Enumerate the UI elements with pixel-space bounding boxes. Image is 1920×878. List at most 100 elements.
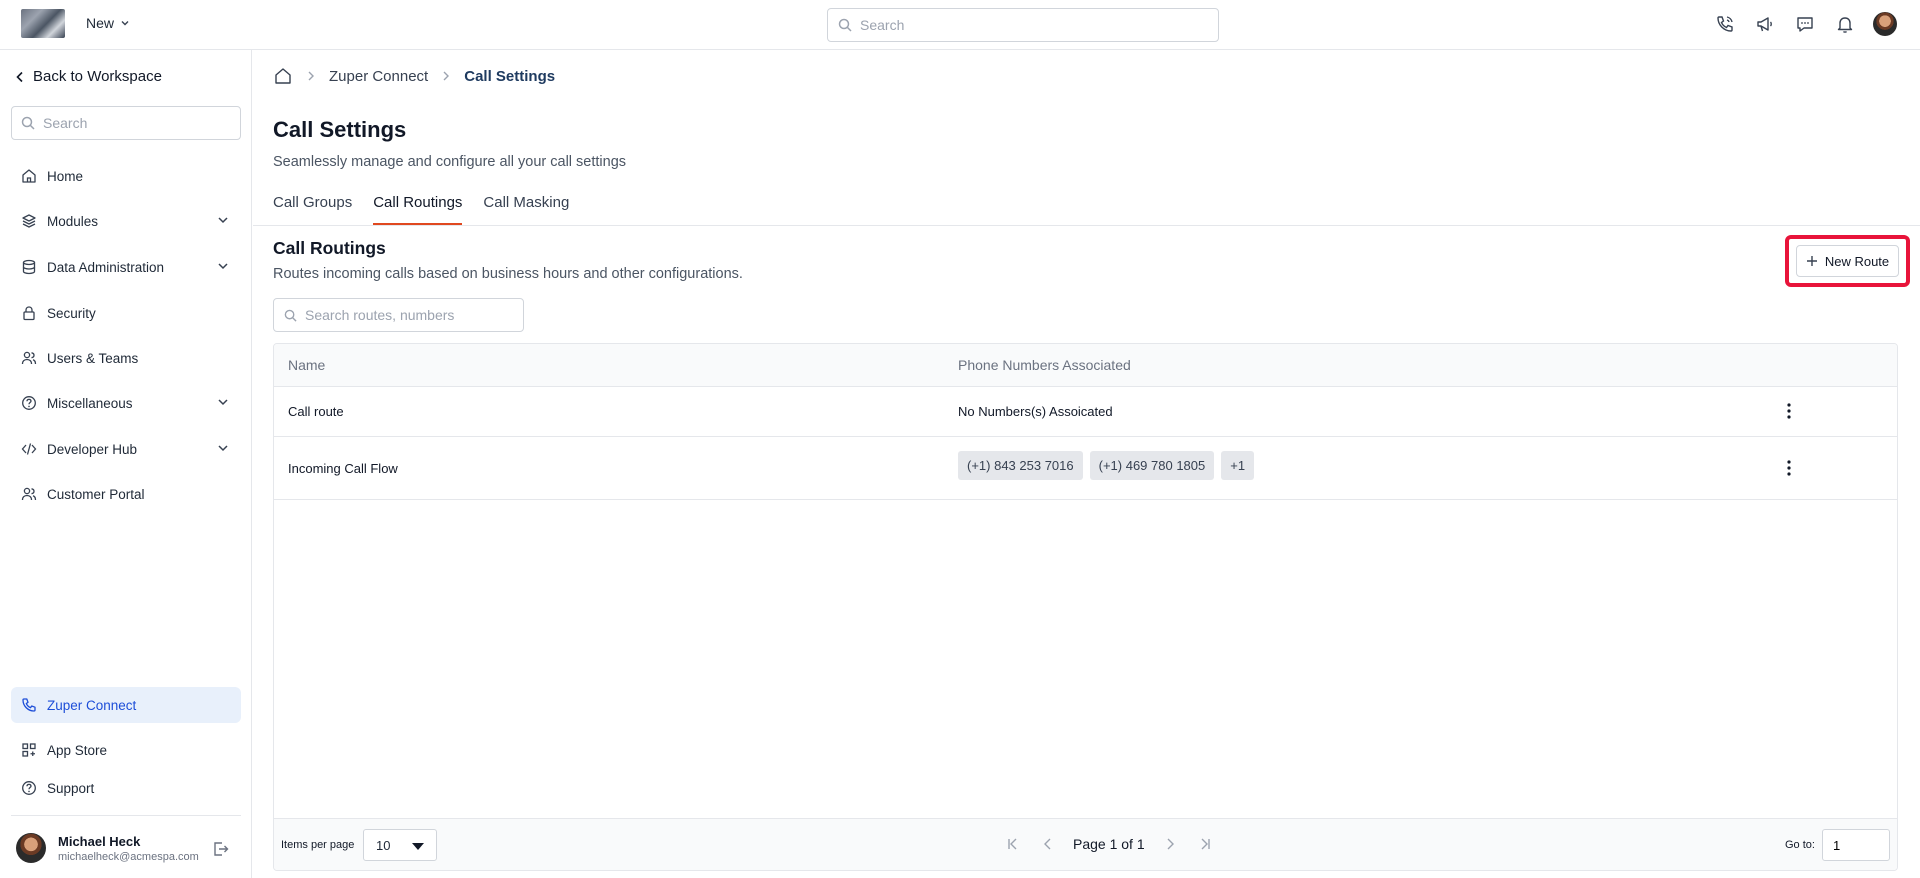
first-page-icon[interactable] <box>1007 837 1023 851</box>
avatar <box>16 833 46 863</box>
sidebar-item-label: Zuper Connect <box>47 697 137 713</box>
go-to-label: Go to: <box>1785 839 1815 851</box>
settings-tabs: Call Groups Call Routings Call Masking <box>273 194 569 225</box>
items-per-page-value: 10 <box>376 837 391 853</box>
chat-icon[interactable] <box>1793 12 1817 36</box>
items-per-page-label: Items per page <box>281 839 355 851</box>
call-routings-table: Name Phone Numbers Associated Call route… <box>273 343 1898 871</box>
row-actions-menu-icon[interactable] <box>1779 403 1799 419</box>
user-email: michaelheck@acmespa.com <box>58 850 199 863</box>
sidebar-item-modules[interactable]: Modules <box>11 203 241 239</box>
next-page-icon[interactable] <box>1165 837 1175 851</box>
help-circle-icon <box>22 396 36 410</box>
back-label: Back to Workspace <box>33 68 162 85</box>
database-icon <box>22 259 36 275</box>
sidebar-search-input[interactable] <box>43 115 233 131</box>
sidebar-item-label: Miscellaneous <box>47 395 133 411</box>
new-route-label: New Route <box>1824 253 1890 269</box>
last-page-icon[interactable] <box>1195 837 1211 851</box>
sidebar-search[interactable] <box>11 106 241 140</box>
column-header-phone-numbers: Phone Numbers Associated <box>958 357 1131 373</box>
search-icon <box>838 18 852 32</box>
sidebar-item-label: App Store <box>47 742 108 758</box>
phone-call-icon[interactable] <box>1713 12 1737 36</box>
sidebar-item-users-teams[interactable]: Users & Teams <box>11 340 241 376</box>
column-header-name: Name <box>288 357 326 373</box>
sidebar-item-label: Security <box>47 305 96 321</box>
new-route-button[interactable]: New Route <box>1796 245 1899 277</box>
home-icon <box>22 169 36 183</box>
global-search[interactable] <box>827 8 1219 42</box>
page-title: Call Settings <box>273 117 407 142</box>
breadcrumb-zuper-connect[interactable]: Zuper Connect <box>329 68 428 85</box>
sidebar-item-zuper-connect[interactable]: Zuper Connect <box>11 687 241 723</box>
sidebar-item-label: Modules <box>47 213 99 229</box>
user-avatar[interactable] <box>1873 12 1897 36</box>
company-logo[interactable] <box>21 9 65 38</box>
sidebar-item-label: Customer Portal <box>47 486 145 502</box>
route-search-input[interactable] <box>305 307 515 323</box>
section-title: Call Routings <box>273 238 386 258</box>
top-bar: New <box>0 0 1920 50</box>
chevron-down-icon <box>218 217 228 224</box>
user-name: Michael Heck <box>58 833 141 849</box>
sidebar-item-support[interactable]: Support <box>11 770 241 806</box>
route-search[interactable] <box>273 298 524 332</box>
user-profile[interactable]: Michael Heck michaelheck@acmespa.com <box>16 833 199 863</box>
route-name: Incoming Call Flow <box>288 461 398 476</box>
code-icon <box>21 443 37 455</box>
phone-number-chip: (+1) 469 780 1805 <box>1089 451 1215 480</box>
tab-call-groups[interactable]: Call Groups <box>273 194 352 225</box>
plus-icon <box>1806 256 1817 266</box>
chevron-down-icon <box>218 263 228 270</box>
tab-call-routings[interactable]: Call Routings <box>373 194 463 225</box>
pagination: Page 1 of 1 <box>1007 836 1211 852</box>
phone-numbers-cell: (+1) 843 253 7016 (+1) 469 780 1805 +1 <box>958 451 1255 480</box>
sidebar-item-developer-hub[interactable]: Developer Hub <box>11 431 241 467</box>
new-dropdown-button[interactable]: New <box>86 15 130 31</box>
layers-icon <box>22 214 36 228</box>
prev-page-icon[interactable] <box>1043 837 1053 851</box>
help-circle-icon <box>22 781 36 795</box>
tabs-divider <box>253 225 1920 226</box>
search-icon <box>284 309 297 322</box>
back-to-workspace-link[interactable]: Back to Workspace <box>15 68 162 85</box>
sidebar-divider <box>11 815 241 816</box>
megaphone-icon[interactable] <box>1753 12 1777 36</box>
section-subtitle: Routes incoming calls based on business … <box>273 266 743 282</box>
more-numbers-chip[interactable]: +1 <box>1221 451 1255 480</box>
bell-icon[interactable] <box>1833 12 1857 36</box>
sidebar: Back to Workspace Home Modules Data Admi… <box>0 50 252 878</box>
new-label: New <box>86 15 115 31</box>
home-icon[interactable] <box>273 66 293 86</box>
table-row[interactable]: Call route No Numbers(s) Assoicated <box>274 387 1897 437</box>
sidebar-item-label: Users & Teams <box>47 350 139 366</box>
users-icon <box>21 487 37 501</box>
phone-icon <box>22 698 36 712</box>
tab-call-masking[interactable]: Call Masking <box>483 194 569 225</box>
users-icon <box>21 351 37 365</box>
go-to-page-input[interactable] <box>1822 829 1890 861</box>
sidebar-item-security[interactable]: Security <box>11 295 241 331</box>
chevron-right-icon <box>308 71 314 81</box>
table-row[interactable]: Incoming Call Flow (+1) 843 253 7016 (+1… <box>274 437 1897 500</box>
sidebar-item-home[interactable]: Home <box>11 158 241 194</box>
sidebar-item-customer-portal[interactable]: Customer Portal <box>11 476 241 512</box>
page-subtitle: Seamlessly manage and configure all your… <box>273 154 627 170</box>
row-actions-menu-icon[interactable] <box>1779 460 1799 476</box>
phone-numbers-cell: No Numbers(s) Assoicated <box>958 404 1113 419</box>
page-indicator: Page 1 of 1 <box>1073 836 1145 852</box>
top-icons <box>1713 12 1897 36</box>
sidebar-item-miscellaneous[interactable]: Miscellaneous <box>11 385 241 421</box>
global-search-input[interactable] <box>860 17 1200 33</box>
chevron-down-icon <box>218 399 228 406</box>
table-header: Name Phone Numbers Associated <box>274 344 1897 387</box>
caret-down-icon <box>412 843 424 850</box>
logout-icon[interactable] <box>212 840 230 863</box>
sidebar-item-data-administration[interactable]: Data Administration <box>11 249 241 285</box>
phone-number-chip: (+1) 843 253 7016 <box>958 451 1083 480</box>
chevron-down-icon <box>121 21 129 26</box>
items-per-page-select[interactable]: 10 <box>363 829 437 861</box>
search-icon <box>21 116 35 130</box>
sidebar-item-app-store[interactable]: App Store <box>11 732 241 768</box>
